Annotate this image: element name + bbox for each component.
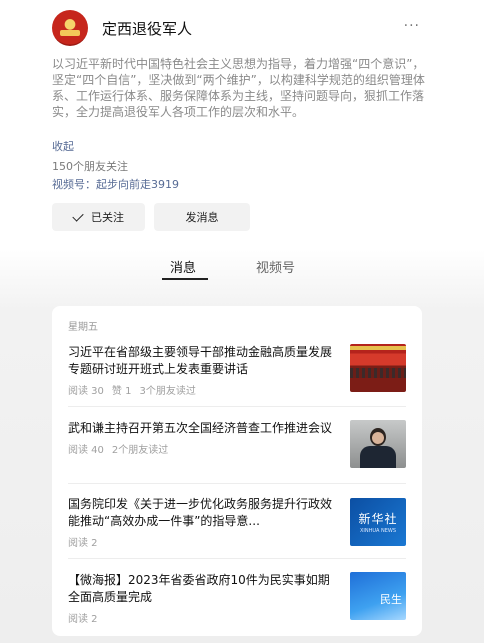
- article-thumbnail: [350, 344, 406, 392]
- article-title: 【微海报】2023年省委省政府10件为民实事如期全面高质量完成: [68, 573, 330, 604]
- article-item[interactable]: 国务院印发《关于进一步优化政务服务提升行政效能推动“高效办成一件事”的指导意..…: [68, 496, 406, 549]
- account-description: 以习近平新时代中国特色社会主义思想为指导，着力增强“四个意识”，坚定“四个自信”…: [52, 57, 425, 119]
- send-message-label: 发消息: [185, 211, 219, 224]
- active-tab-indicator: [162, 278, 208, 280]
- account-avatar[interactable]: [52, 10, 88, 46]
- more-options-icon[interactable]: ···: [404, 18, 420, 34]
- article-title: 国务院印发《关于进一步优化政务服务提升行政效能推动“高效办成一件事”的指导意..…: [68, 497, 333, 528]
- account-name: 定西退役军人: [102, 19, 193, 38]
- content-tabs: 消息 视频号: [0, 257, 484, 281]
- xinhua-logo-text: 新华社: [358, 512, 398, 526]
- message-card: 星期五 习近平在省部级主要领导干部推动金融高质量发展专题研讨班开班式上发表重要讲…: [52, 306, 422, 636]
- send-message-button[interactable]: 发消息: [154, 203, 250, 231]
- article-thumbnail: [350, 420, 406, 468]
- article-title: 习近平在省部级主要领导干部推动金融高质量发展专题研讨班开班式上发表重要讲话: [68, 345, 333, 376]
- article-item[interactable]: 习近平在省部级主要领导干部推动金融高质量发展专题研讨班开班式上发表重要讲话 阅读…: [68, 344, 406, 397]
- followers-count[interactable]: 150个朋友关注: [52, 158, 128, 174]
- article-item[interactable]: 【微海报】2023年省委省政府10件为民实事如期全面高质量完成 阅读 2 民生: [68, 572, 406, 625]
- read-count: 阅读 40: [68, 445, 104, 456]
- article-title: 武和谦主持召开第五次全国经济普查工作推进会议: [68, 421, 333, 435]
- article-item[interactable]: 武和谦主持召开第五次全国经济普查工作推进会议 阅读 40 2个朋友读过: [68, 420, 406, 468]
- check-icon: [72, 209, 84, 222]
- account-header: 定西退役军人: [52, 10, 420, 46]
- like-count: 赞 1: [111, 386, 132, 397]
- person-figure: [360, 446, 396, 468]
- divider: [68, 406, 406, 407]
- followed-button[interactable]: 已关注: [52, 203, 145, 231]
- video-account-link[interactable]: 视频号：起步向前走3919: [52, 176, 179, 192]
- poster-text: 民生: [380, 593, 402, 606]
- followed-label: 已关注: [91, 211, 124, 224]
- banner-strip: [350, 346, 406, 350]
- divider: [68, 558, 406, 559]
- person-face: [372, 432, 384, 444]
- tab-messages[interactable]: 消息: [170, 257, 196, 276]
- read-count: 阅读 2: [68, 614, 98, 625]
- divider: [68, 483, 406, 484]
- xinhua-logo-subtext: XINHUA NEWS: [359, 528, 397, 534]
- article-thumbnail: 民生: [350, 572, 406, 620]
- tab-video-channel[interactable]: 视频号: [256, 257, 295, 276]
- article-thumbnail: 新华社 XINHUA NEWS: [350, 498, 406, 546]
- collapse-link[interactable]: 收起: [52, 138, 74, 154]
- read-count: 阅读 2: [68, 538, 98, 549]
- read-count: 阅读 30: [68, 386, 104, 397]
- friends-read: 2个朋友读过: [111, 445, 169, 456]
- friends-read: 3个朋友读过: [139, 386, 196, 397]
- date-label: 星期五: [68, 322, 98, 333]
